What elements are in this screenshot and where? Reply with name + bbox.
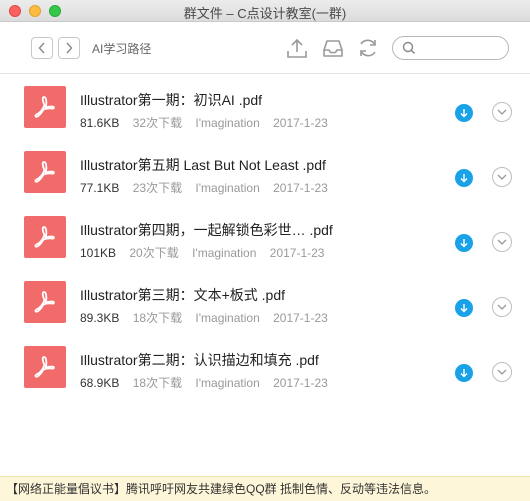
file-name[interactable]: Illustrator第二期：认识描边和填充 .pdf	[80, 350, 319, 370]
more-options-button[interactable]	[492, 362, 512, 382]
file-meta: 89.3KB 18次下载 I'magination 2017-1-23	[80, 309, 338, 326]
upload-date: 2017-1-23	[273, 376, 328, 390]
more-options-button[interactable]	[492, 167, 512, 187]
uploader-name[interactable]: I'magination	[195, 116, 259, 130]
pdf-file-icon	[24, 151, 66, 193]
file-list: Illustrator第一期：初识AI .pdf 81.6KB 32次下载 I'…	[0, 82, 530, 407]
more-options-button[interactable]	[492, 102, 512, 122]
upload-date: 2017-1-23	[273, 311, 328, 325]
download-arrow-icon	[460, 304, 468, 313]
forward-button[interactable]	[58, 37, 80, 59]
uploader-name[interactable]: I'magination	[192, 246, 256, 260]
pdf-file-icon	[24, 86, 66, 128]
chevron-down-icon	[497, 369, 507, 375]
download-count: 20次下载	[129, 246, 179, 260]
file-row[interactable]: Illustrator第三期：文本+板式 .pdf 89.3KB 18次下载 I…	[0, 277, 530, 342]
upload-date: 2017-1-23	[273, 181, 328, 195]
search-box[interactable]	[392, 36, 509, 60]
file-meta: 81.6KB 32次下载 I'magination 2017-1-23	[80, 114, 338, 131]
upload-date: 2017-1-23	[269, 246, 325, 260]
download-count: 32次下载	[132, 116, 183, 130]
pdf-file-icon	[24, 281, 66, 323]
download-arrow-icon	[460, 109, 468, 118]
pdf-file-icon	[24, 216, 66, 258]
download-button[interactable]	[455, 234, 473, 252]
toolbar: AI学习路径	[0, 22, 530, 74]
upload-icon[interactable]	[284, 35, 310, 61]
inbox-icon[interactable]	[320, 35, 346, 61]
file-name[interactable]: Illustrator第五期 Last But Not Least .pdf	[80, 155, 326, 175]
file-row[interactable]: Illustrator第二期：认识描边和填充 .pdf 68.9KB 18次下载…	[0, 342, 530, 407]
download-button[interactable]	[455, 104, 473, 122]
refresh-icon[interactable]	[355, 35, 381, 61]
file-meta: 77.1KB 23次下载 I'magination 2017-1-23	[80, 179, 338, 196]
file-row[interactable]: Illustrator第五期 Last But Not Least .pdf 7…	[0, 147, 530, 212]
file-meta: 68.9KB 18次下载 I'magination 2017-1-23	[80, 374, 338, 391]
chevron-down-icon	[497, 239, 507, 245]
uploader-name[interactable]: I'magination	[195, 376, 259, 390]
chevron-left-icon	[38, 42, 45, 54]
file-size: 89.3KB	[80, 311, 120, 325]
download-arrow-icon	[460, 174, 468, 183]
search-input[interactable]	[420, 40, 504, 58]
breadcrumb[interactable]: AI学习路径	[92, 40, 151, 57]
file-size: 101KB	[80, 246, 117, 260]
back-button[interactable]	[31, 37, 53, 59]
title-bar: 群文件 – C点设计教室(一群)	[0, 0, 530, 22]
download-arrow-icon	[460, 239, 468, 248]
download-count: 18次下载	[132, 311, 183, 325]
download-button[interactable]	[455, 169, 473, 187]
download-count: 23次下载	[132, 181, 183, 195]
more-options-button[interactable]	[492, 297, 512, 317]
notice-banner[interactable]: 【网络正能量倡议书】腾讯呼吁网友共建绿色QQ群 抵制色情、反动等违法信息。	[0, 476, 530, 501]
file-size: 68.9KB	[80, 376, 120, 390]
file-meta: 101KB 20次下载 I'magination 2017-1-23	[80, 244, 334, 261]
file-name[interactable]: Illustrator第四期，一起解锁色彩世… .pdf	[80, 220, 333, 240]
download-button[interactable]	[455, 299, 473, 317]
window-title: 群文件 – C点设计教室(一群)	[183, 6, 347, 21]
download-button[interactable]	[455, 364, 473, 382]
more-options-button[interactable]	[492, 232, 512, 252]
chevron-right-icon	[66, 42, 73, 54]
download-count: 18次下载	[132, 376, 183, 390]
pdf-file-icon	[24, 346, 66, 388]
chevron-down-icon	[497, 304, 507, 310]
chevron-down-icon	[497, 174, 507, 180]
chevron-down-icon	[497, 109, 507, 115]
upload-date: 2017-1-23	[273, 116, 328, 130]
uploader-name[interactable]: I'magination	[195, 181, 259, 195]
file-size: 77.1KB	[80, 181, 120, 195]
file-name[interactable]: Illustrator第三期：文本+板式 .pdf	[80, 285, 285, 305]
file-row[interactable]: Illustrator第四期，一起解锁色彩世… .pdf 101KB 20次下载…	[0, 212, 530, 277]
uploader-name[interactable]: I'magination	[195, 311, 259, 325]
file-row[interactable]: Illustrator第一期：初识AI .pdf 81.6KB 32次下载 I'…	[0, 82, 530, 147]
search-icon	[402, 41, 416, 55]
download-arrow-icon	[460, 369, 468, 378]
file-size: 81.6KB	[80, 116, 120, 130]
file-name[interactable]: Illustrator第一期：初识AI .pdf	[80, 90, 262, 110]
